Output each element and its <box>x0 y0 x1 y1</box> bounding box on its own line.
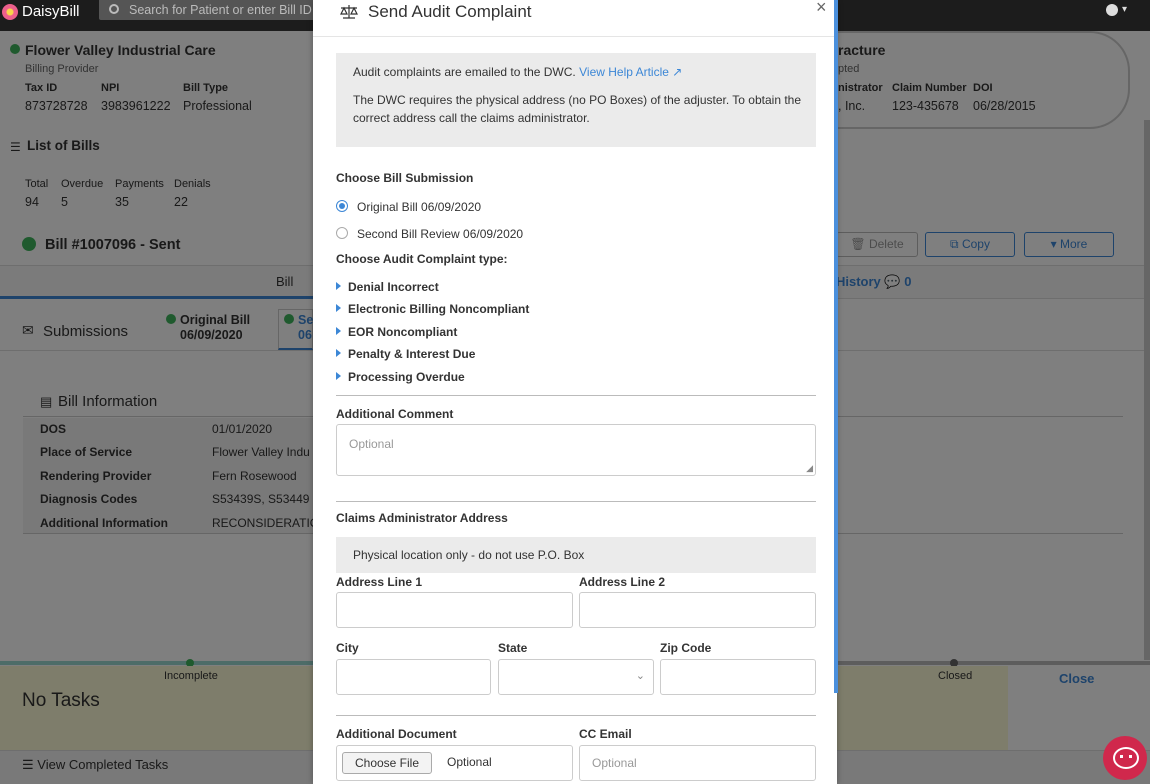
type-electronic-billing[interactable]: Electronic Billing Noncompliant <box>348 302 529 316</box>
city-input[interactable] <box>336 659 491 695</box>
chat-button[interactable] <box>1103 736 1147 780</box>
choose-type-label: Choose Audit Complaint type: <box>336 252 508 266</box>
close-icon[interactable]: × <box>816 0 827 18</box>
cc-email-label: CC Email <box>579 727 632 741</box>
city-label: City <box>336 641 359 655</box>
comment-placeholder: Optional <box>349 437 394 451</box>
address-line1-input[interactable] <box>336 592 573 628</box>
radio-original-bill[interactable] <box>336 200 348 212</box>
radio-second-review[interactable] <box>336 227 348 239</box>
search-icon <box>109 4 119 14</box>
divider <box>336 501 816 502</box>
modal-title: Send Audit Complaint <box>368 2 532 21</box>
audit-complaint-modal: Send Audit Complaint × Audit complaints … <box>313 0 837 784</box>
address-title: Claims Administrator Address <box>336 511 508 525</box>
state-label: State <box>498 641 528 655</box>
address-line1-label: Address Line 1 <box>336 575 423 589</box>
type-processing-overdue[interactable]: Processing Overdue <box>348 370 465 384</box>
type-penalty-interest[interactable]: Penalty & Interest Due <box>348 347 475 361</box>
modal-scrollbar[interactable] <box>834 0 838 693</box>
help-article-link[interactable]: View Help Article ↗ <box>579 65 682 79</box>
chat-icon <box>1120 755 1132 758</box>
choose-file-button[interactable]: Choose File <box>342 752 432 774</box>
cc-email-input[interactable]: Optional <box>579 745 816 781</box>
additional-comment-textarea[interactable]: Optional ◢ <box>336 424 816 476</box>
type-eor-noncompliant[interactable]: EOR Noncompliant <box>348 325 457 339</box>
address-line2-label: Address Line 2 <box>579 575 666 589</box>
radio-original-bill-label[interactable]: Original Bill 06/09/2020 <box>357 200 481 214</box>
address-line2-input[interactable] <box>579 592 816 628</box>
type-denial-incorrect[interactable]: Denial Incorrect <box>348 280 439 294</box>
radio-second-review-label[interactable]: Second Bill Review 06/09/2020 <box>357 227 523 241</box>
chevron-down-icon[interactable]: ▾ <box>1122 4 1127 15</box>
chevron-down-icon: ⌄ <box>635 670 645 682</box>
cc-placeholder: Optional <box>592 756 637 770</box>
balance-scale-icon <box>340 5 358 19</box>
zip-input[interactable] <box>660 659 816 695</box>
daisy-logo-icon <box>2 3 18 20</box>
additional-comment-label: Additional Comment <box>336 407 454 421</box>
divider <box>336 395 816 396</box>
user-icon[interactable] <box>1106 4 1118 16</box>
search-placeholder: Search for Patient or enter Bill ID <box>129 3 312 17</box>
info-line-2: The DWC requires the physical address (n… <box>353 93 802 125</box>
address-note: Physical location only - do not use P.O.… <box>336 537 816 573</box>
zip-label: Zip Code <box>660 641 712 655</box>
additional-document-label: Additional Document <box>336 727 457 741</box>
additional-document-input[interactable]: Choose File Optional <box>336 745 573 781</box>
caret-right-icon <box>336 349 341 357</box>
file-placeholder: Optional <box>447 755 492 769</box>
caret-right-icon <box>336 372 341 380</box>
resize-handle-icon[interactable]: ◢ <box>806 463 813 474</box>
global-search[interactable]: Search for Patient or enter Bill ID <box>99 0 315 20</box>
choose-submission-label: Choose Bill Submission <box>336 171 474 185</box>
caret-right-icon <box>336 304 341 312</box>
info-line-1: Audit complaints are emailed to the DWC.… <box>353 65 683 79</box>
caret-right-icon <box>336 282 341 290</box>
modal-header: Send Audit Complaint × <box>313 0 837 37</box>
app-logo[interactable]: DaisyBill <box>2 3 80 20</box>
state-select[interactable]: ⌄ <box>498 659 654 695</box>
external-link-icon: ↗ <box>672 65 683 79</box>
info-box: Audit complaints are emailed to the DWC.… <box>336 53 816 147</box>
caret-right-icon <box>336 327 341 335</box>
divider <box>336 715 816 716</box>
